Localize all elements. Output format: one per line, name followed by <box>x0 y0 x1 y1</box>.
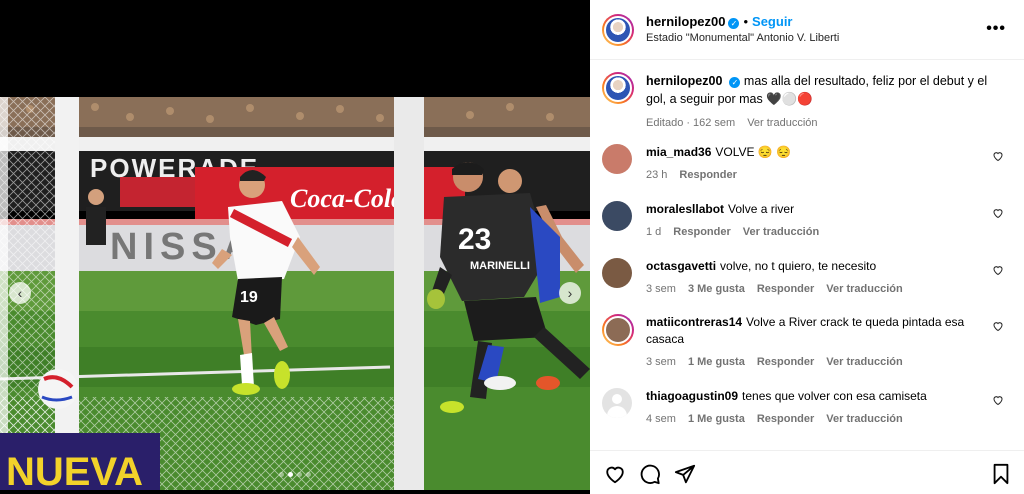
comment-username[interactable]: mia_mad36 <box>646 145 711 159</box>
comment-text: Volve a river <box>728 202 795 216</box>
comment-item: thiagoagustin09 tenes que volver con esa … <box>602 388 1012 428</box>
carousel-dot-active <box>288 472 293 477</box>
save-bookmark-icon[interactable] <box>990 463 1012 485</box>
comment-item: octasgavetti volve, no t quiero, te neces… <box>602 258 1012 298</box>
heart-icon[interactable] <box>992 264 1004 276</box>
carousel-dot <box>297 472 302 477</box>
comment-avatar[interactable] <box>602 144 632 174</box>
carousel-dot <box>279 472 284 477</box>
caption-translate-link[interactable]: Ver traducción <box>747 114 817 132</box>
post-location[interactable]: Estadio "Monumental" Antonio V. Liberti <box>646 30 839 46</box>
follow-button[interactable]: Seguir <box>752 14 792 29</box>
post-media: POWERADE Coca-Cola NISSAN 19 23 MARINELL… <box>0 0 590 494</box>
comment-avatar[interactable] <box>602 201 632 231</box>
comment-reply-button[interactable]: Responder <box>757 354 814 371</box>
post-actions-bar <box>590 450 1024 494</box>
comment-bubble-icon[interactable] <box>639 463 661 485</box>
share-paper-plane-icon[interactable] <box>674 463 696 485</box>
comment-username[interactable]: octasgavetti <box>646 259 716 273</box>
river-jersey-number: 19 <box>240 289 258 306</box>
keeper-name-text: MARINELLI <box>470 260 530 272</box>
heart-icon[interactable] <box>992 320 1004 332</box>
comment-avatar[interactable] <box>602 314 634 346</box>
match-ball <box>38 369 78 409</box>
carousel-indicator <box>279 472 311 477</box>
author-username[interactable]: hernilopez00 <box>646 14 725 29</box>
comment-text: volve, no t quiero, te necesito <box>720 259 877 273</box>
comment-time[interactable]: 23 h <box>646 167 667 184</box>
carousel-prev-button[interactable]: ‹ <box>9 282 31 304</box>
comment-text: VOLVE 😔 😔 <box>715 145 792 159</box>
comment-username[interactable]: thiagoagustin09 <box>646 389 738 403</box>
nueva-board-text: NUEVA <box>6 450 143 490</box>
comment-reply-button[interactable]: Responder <box>757 411 814 428</box>
verified-badge-icon: ✓ <box>729 77 741 88</box>
author-avatar[interactable] <box>602 13 634 46</box>
comment-likes[interactable]: 1 Me gusta <box>688 411 745 428</box>
comment-translate-link[interactable]: Ver traducción <box>826 411 902 428</box>
comment-translate-link[interactable]: Ver traducción <box>826 354 902 371</box>
caption-emojis: 🖤⚪🔴 <box>766 92 813 106</box>
carousel-next-button[interactable]: › <box>559 282 581 304</box>
caption-author-avatar[interactable] <box>602 72 634 104</box>
comment-time[interactable]: 3 sem <box>646 354 676 371</box>
comment-time[interactable]: 3 sem <box>646 281 676 298</box>
comment-likes[interactable]: 3 Me gusta <box>688 281 745 298</box>
default-avatar-icon[interactable] <box>602 388 632 418</box>
post-header: hernilopez00 ✓ • Seguir Estadio "Monumental… <box>590 0 1024 60</box>
header-separator: • <box>743 13 749 29</box>
post-side-panel: hernilopez00 ✓ • Seguir Estadio "Monumental… <box>590 0 1024 494</box>
instagram-post-modal: POWERADE Coca-Cola NISSAN 19 23 MARINELL… <box>0 0 1024 494</box>
carousel-dot <box>306 472 311 477</box>
heart-icon[interactable] <box>992 150 1004 162</box>
comment-likes[interactable]: 1 Me gusta <box>688 354 745 371</box>
comment-translate-link[interactable]: Ver traducción <box>826 281 902 298</box>
chevron-right-icon: › <box>567 285 573 301</box>
comment-time[interactable]: 4 sem <box>646 411 676 428</box>
comment-item: moralesllabot Volve a river 1 d Responder… <box>602 201 1012 241</box>
heart-icon[interactable] <box>992 207 1004 219</box>
coca-cola-ad-text: Coca-Cola <box>290 184 404 213</box>
comment-time[interactable]: 1 d <box>646 224 661 241</box>
verified-badge-icon: ✓ <box>728 17 740 29</box>
comment-text: tenes que volver con esa camiseta <box>742 389 927 403</box>
comment-reply-button[interactable]: Responder <box>757 281 814 298</box>
comment-item: mia_mad36 VOLVE 😔 😔 23 h Responder <box>602 144 1012 184</box>
comment-reply-button[interactable]: Responder <box>679 167 736 184</box>
caption-username[interactable]: hernilopez00 <box>646 74 722 88</box>
more-options-icon[interactable]: ••• <box>986 20 1006 38</box>
comment-avatar[interactable] <box>602 258 632 288</box>
comment-item: matiicontreras14 Volve a River crack te q… <box>602 314 1012 371</box>
heart-icon[interactable] <box>992 394 1004 406</box>
post-photo: POWERADE Coca-Cola NISSAN 19 23 MARINELL… <box>0 97 590 490</box>
comment-translate-link[interactable]: Ver traducción <box>743 224 819 241</box>
caption-edited-label: Editado <box>646 117 684 129</box>
like-heart-icon[interactable] <box>604 463 626 485</box>
comment-username[interactable]: moralesllabot <box>646 202 724 216</box>
chevron-left-icon: ‹ <box>17 285 23 301</box>
comment-username[interactable]: matiicontreras14 <box>646 315 742 329</box>
post-caption: hernilopez00 ✓ mas alla del resultado, fe… <box>602 72 1012 132</box>
keeper-jersey-number: 23 <box>458 223 491 256</box>
comment-reply-button[interactable]: Responder <box>673 224 730 241</box>
caption-time[interactable]: 162 sem <box>693 114 735 132</box>
